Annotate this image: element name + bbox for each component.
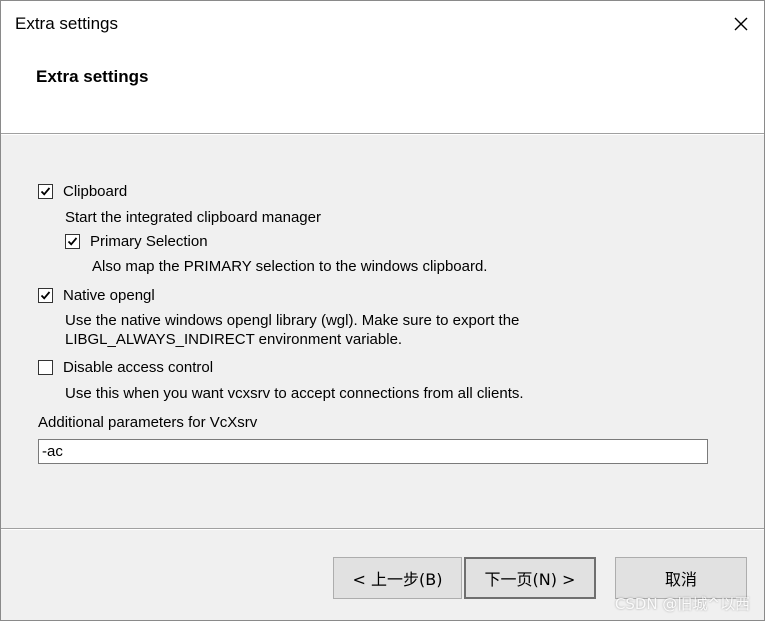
parameters-label: Additional parameters for VcXsrv <box>38 414 258 431</box>
primary-selection-option[interactable]: Primary Selection <box>65 233 208 250</box>
disable-access-control-option[interactable]: Disable access control <box>38 359 213 376</box>
native-opengl-checkbox[interactable] <box>38 288 53 303</box>
native-opengl-description-line2: LIBGL_ALWAYS_INDIRECT environment variab… <box>65 331 403 348</box>
checkmark-icon <box>40 291 51 300</box>
native-opengl-option[interactable]: Native opengl <box>38 287 155 304</box>
header-panel: Extra settings <box>1 47 764 134</box>
close-button[interactable] <box>718 1 764 47</box>
parameters-input[interactable] <box>38 439 708 464</box>
clipboard-option[interactable]: Clipboard <box>38 183 127 200</box>
window-title: Extra settings <box>15 14 118 33</box>
dialog-window: Extra settings Extra settings Clipboard … <box>0 0 765 621</box>
disable-access-control-checkbox[interactable] <box>38 360 53 375</box>
primary-selection-label: Primary Selection <box>90 233 208 250</box>
title-bar[interactable]: Extra settings <box>1 1 764 47</box>
clipboard-checkbox[interactable] <box>38 184 53 199</box>
header-divider <box>1 134 764 135</box>
disable-access-control-label: Disable access control <box>63 359 214 376</box>
disable-access-control-description: Use this when you want vcxsrv to accept … <box>65 385 524 402</box>
watermark: CSDN @旧城^以西 <box>614 595 750 613</box>
primary-selection-checkbox[interactable] <box>65 234 80 249</box>
page-title: Extra settings <box>36 67 149 86</box>
native-opengl-label: Native opengl <box>63 287 155 304</box>
checkmark-icon <box>40 187 51 196</box>
primary-selection-description: Also map the PRIMARY selection to the wi… <box>92 258 488 275</box>
clipboard-description: Start the integrated clipboard manager <box>65 209 321 226</box>
checkmark-icon <box>67 237 78 246</box>
close-icon <box>734 17 748 31</box>
next-button[interactable]: 下一页(N) > <box>464 557 596 599</box>
back-button[interactable]: < 上一步(B) <box>333 557 462 599</box>
native-opengl-description-line1: Use the native windows opengl library (w… <box>65 312 520 329</box>
clipboard-label: Clipboard <box>63 183 128 200</box>
